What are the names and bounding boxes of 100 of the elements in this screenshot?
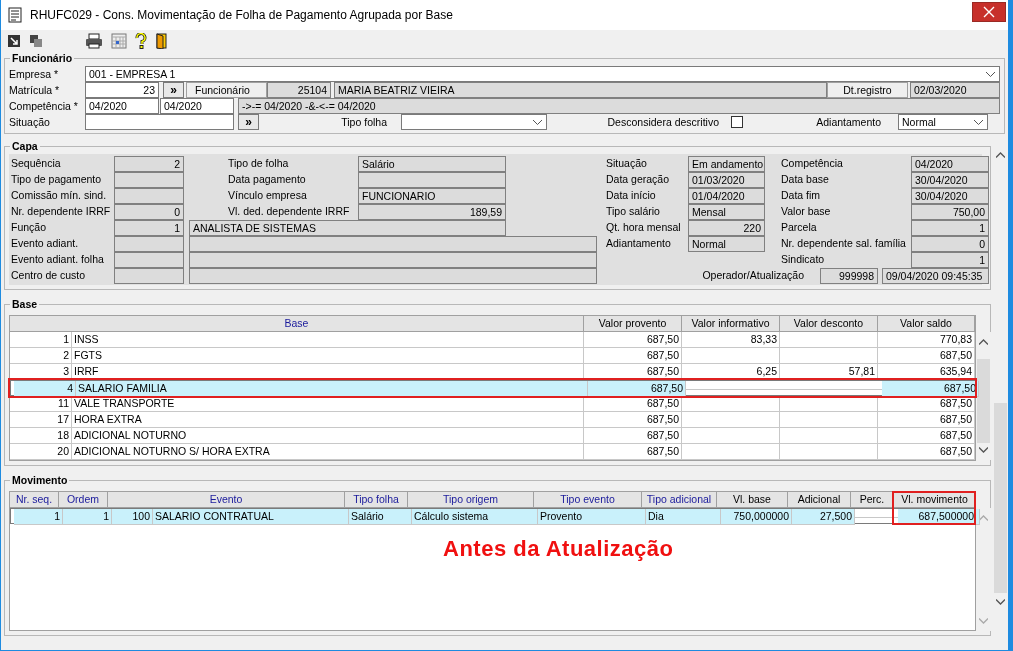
competencia-field[interactable]: 04/2020 — [85, 98, 159, 114]
column-header[interactable]: Perc. — [851, 492, 894, 508]
readonly-field: 189,59 — [358, 204, 506, 220]
field-label: Vínculo empresa — [228, 188, 308, 203]
field-label: Desconsidera descritivo — [606, 115, 720, 130]
table-cell: 687,50 — [584, 428, 682, 444]
readonly-field: MARIA BEATRIZ VIEIRA — [334, 82, 827, 98]
group-title: Funcionário — [11, 52, 74, 64]
table-cell: 17 — [10, 412, 72, 428]
readonly-field: Mensal — [688, 204, 765, 220]
readonly-field: 1 — [911, 220, 989, 236]
empresa-dropdown[interactable]: 001 - EMPRESA 1 — [85, 66, 1000, 82]
lookup-button[interactable]: » — [238, 114, 259, 130]
table-row[interactable]: 20 ADICIONAL NOTURNO S/ HORA EXTRA 687,50 687,50 — [10, 444, 975, 460]
table-cell: 687,50 — [882, 381, 979, 397]
table-cell: 770,83 — [878, 332, 975, 348]
table-cell: SALARIO CONTRATUAL — [153, 509, 349, 525]
table-cell: 100 — [112, 509, 153, 525]
field-label: Comissão mín. sind. — [11, 188, 108, 203]
table-cell: 687,50 — [878, 444, 975, 460]
column-header[interactable]: Valor informativo — [682, 316, 780, 332]
readonly-field: 25104 — [267, 82, 331, 98]
readonly-field: 1 — [114, 220, 184, 236]
field-label: Matrícula * — [9, 83, 61, 98]
table-cell: Cálculo sistema — [412, 509, 538, 525]
table-cell: HORA EXTRA — [72, 412, 584, 428]
field-label: Data pagamento — [228, 172, 307, 187]
readonly-field: Em andamento — [688, 156, 765, 172]
annotation-text: Antes da Atualização — [443, 536, 675, 562]
readonly-field: 04/2020 — [911, 156, 989, 172]
table-cell: 2 — [10, 348, 72, 364]
column-header[interactable]: Valor saldo — [878, 316, 975, 332]
readonly-field: Normal — [688, 236, 765, 252]
column-header[interactable]: Vl. base — [717, 492, 788, 508]
field-label: Operador/Atualização — [702, 268, 804, 283]
field-label: Nr. dependente sal. família — [781, 236, 907, 251]
readonly-field: 0 — [911, 236, 989, 252]
field-label: Competência — [781, 156, 844, 171]
column-header[interactable]: Tipo evento — [534, 492, 642, 508]
field-label: Empresa * — [9, 67, 60, 82]
column-header[interactable]: Tipo adicional — [642, 492, 717, 508]
readonly-field: ANALISTA DE SISTEMAS — [189, 220, 506, 236]
table-row[interactable]: 2 FGTS 687,50 687,50 — [10, 348, 975, 364]
table-cell: 687,50 — [584, 348, 682, 364]
column-header[interactable]: Valor desconto — [780, 316, 878, 332]
readonly-field: ->-= 04/2020 -&-<-= 04/2020 — [238, 98, 1000, 114]
field-label: Data início — [606, 188, 657, 203]
field-label: Adiantamento — [815, 115, 882, 130]
table-cell: 687,50 — [588, 381, 686, 397]
table-cell: 687,50 — [878, 348, 975, 364]
table-cell: 750,000000 — [721, 509, 792, 525]
field-label: Data base — [781, 172, 830, 187]
table-cell: 687,50 — [584, 412, 682, 428]
table-cell: 687,50 — [878, 428, 975, 444]
column-header[interactable]: Base — [10, 316, 584, 332]
table-cell: 1 — [63, 509, 112, 525]
column-header[interactable]: Adicional — [788, 492, 851, 508]
competencia-field[interactable]: 04/2020 — [160, 98, 234, 114]
field-label: Funcionário — [186, 82, 267, 98]
field-label: Data fim — [781, 188, 822, 203]
table-cell: 18 — [10, 428, 72, 444]
field-label: Dt.registro — [827, 82, 908, 98]
column-header[interactable]: Evento — [108, 492, 345, 508]
readonly-field: 220 — [688, 220, 765, 236]
column-header[interactable]: Ordem — [59, 492, 108, 508]
column-header[interactable]: Nr. seq. — [10, 492, 59, 508]
table-cell: 687,50 — [584, 332, 682, 348]
field-label: Vl. ded. dependente IRRF — [228, 204, 351, 219]
readonly-field: 30/04/2020 — [911, 188, 989, 204]
readonly-field: Salário — [358, 156, 506, 172]
field-label: Tipo de folha — [228, 156, 290, 171]
table-cell: ADICIONAL NOTURNO S/ HORA EXTRA — [72, 444, 584, 460]
table-row[interactable]: 11 VALE TRANSPORTE 687,50 687,50 — [10, 396, 975, 412]
field-label: Função — [11, 220, 48, 235]
field-label: Nr. dependente IRRF — [11, 204, 112, 219]
table-cell: ADICIONAL NOTURNO — [72, 428, 584, 444]
adiantamento-dropdown[interactable]: Normal — [898, 114, 988, 130]
field-label: Tipo de pagamento — [11, 172, 103, 187]
readonly-field: 2 — [114, 156, 184, 172]
table-cell: 20 — [10, 444, 72, 460]
readonly-field: 999998 — [820, 268, 878, 284]
column-header[interactable]: Tipo folha — [345, 492, 408, 508]
table-row[interactable]: 1 INSS 687,50 83,33 770,83 — [10, 332, 975, 348]
lookup-button[interactable]: » — [163, 82, 184, 98]
matricula-field[interactable]: 23 — [85, 82, 159, 98]
field-label: Qt. hora mensal — [606, 220, 682, 235]
column-header[interactable]: Valor provento — [584, 316, 682, 332]
table-row[interactable]: 18 ADICIONAL NOTURNO 687,50 687,50 — [10, 428, 975, 444]
table-cell: 1 — [14, 509, 63, 525]
field-label: Valor base — [781, 204, 832, 219]
table-cell: 1 — [10, 332, 72, 348]
readonly-field: 1 — [911, 252, 989, 268]
table-cell: 27,500 — [792, 509, 855, 525]
table-cell: Dia — [646, 509, 721, 525]
column-header[interactable]: Tipo origem — [408, 492, 534, 508]
field-label: Data geração — [606, 172, 671, 187]
group-title: Capa — [11, 140, 39, 152]
table-cell: 4 — [14, 381, 76, 397]
table-row[interactable]: 17 HORA EXTRA 687,50 687,50 — [10, 412, 975, 428]
table-cell: FGTS — [72, 348, 584, 364]
